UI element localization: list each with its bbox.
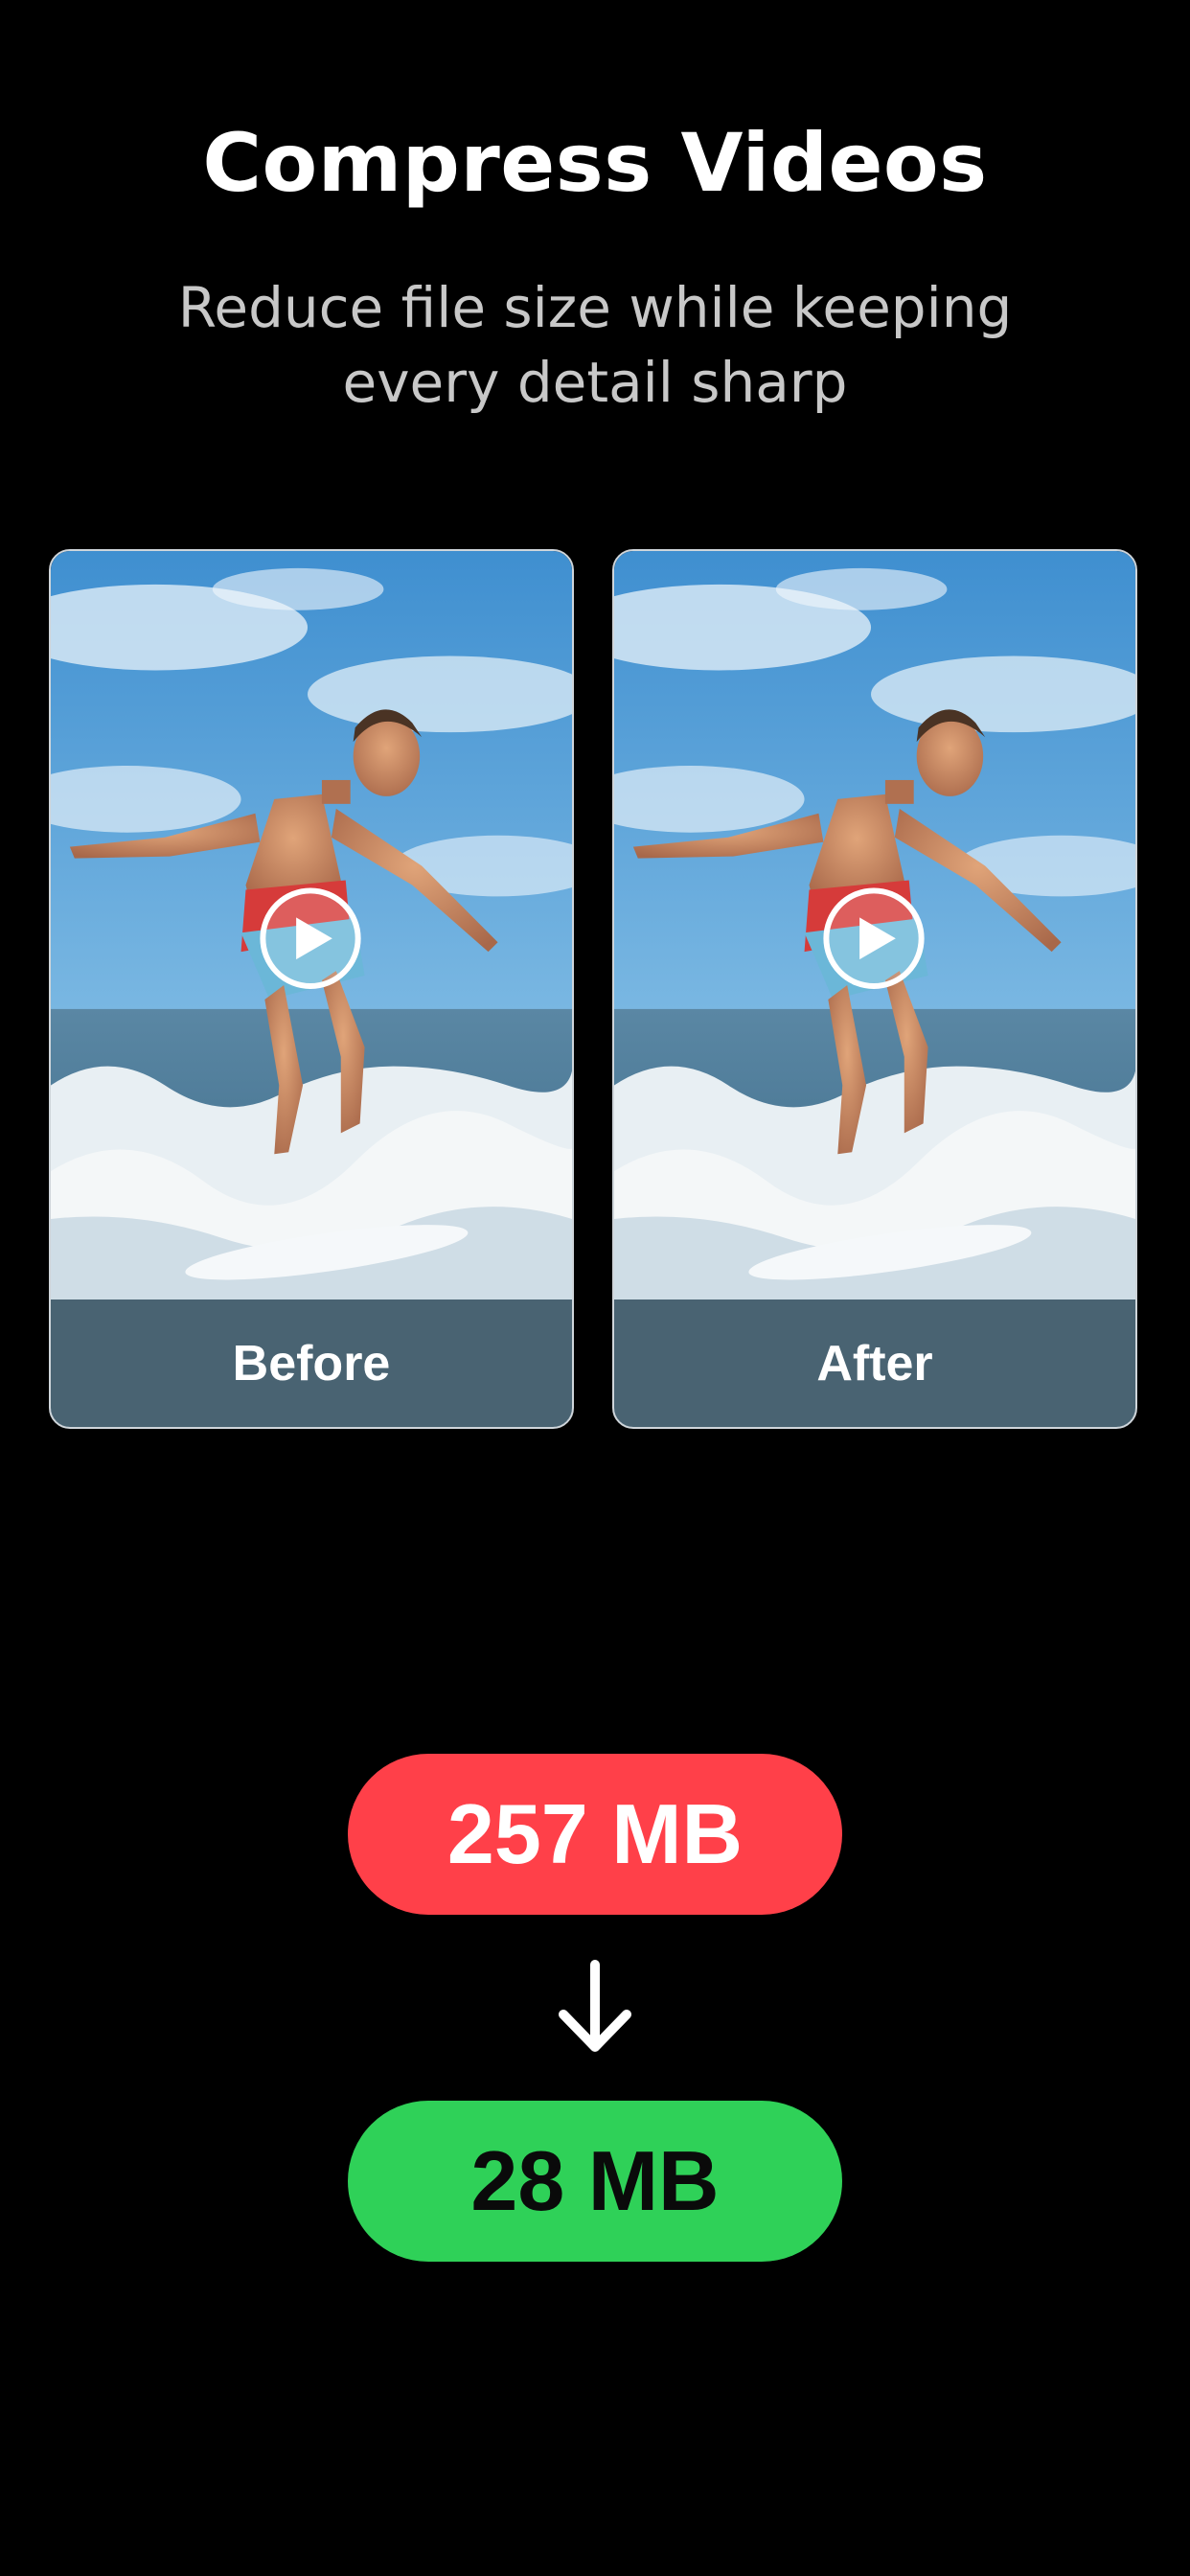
play-icon-before[interactable] [260,887,361,989]
before-video-card[interactable]: Before [49,549,574,1429]
surfer-video-thumbnail [51,551,572,1427]
after-label-bar: After [614,1300,1135,1427]
compressed-size-badge: 28 MB [348,2101,842,2262]
before-label: Before [232,1335,391,1392]
play-icon-after[interactable] [823,887,925,989]
after-video-card[interactable]: After [612,549,1137,1429]
before-label-bar: Before [51,1300,572,1427]
arrow-down-icon [559,1960,631,2052]
original-size-badge: 257 MB [348,1754,842,1915]
after-label: After [816,1335,933,1392]
surfer-video-thumbnail-compressed [614,551,1135,1427]
page-subtitle: Reduce file size while keeping every det… [177,275,1013,415]
page-title: Compress Videos [202,116,988,210]
